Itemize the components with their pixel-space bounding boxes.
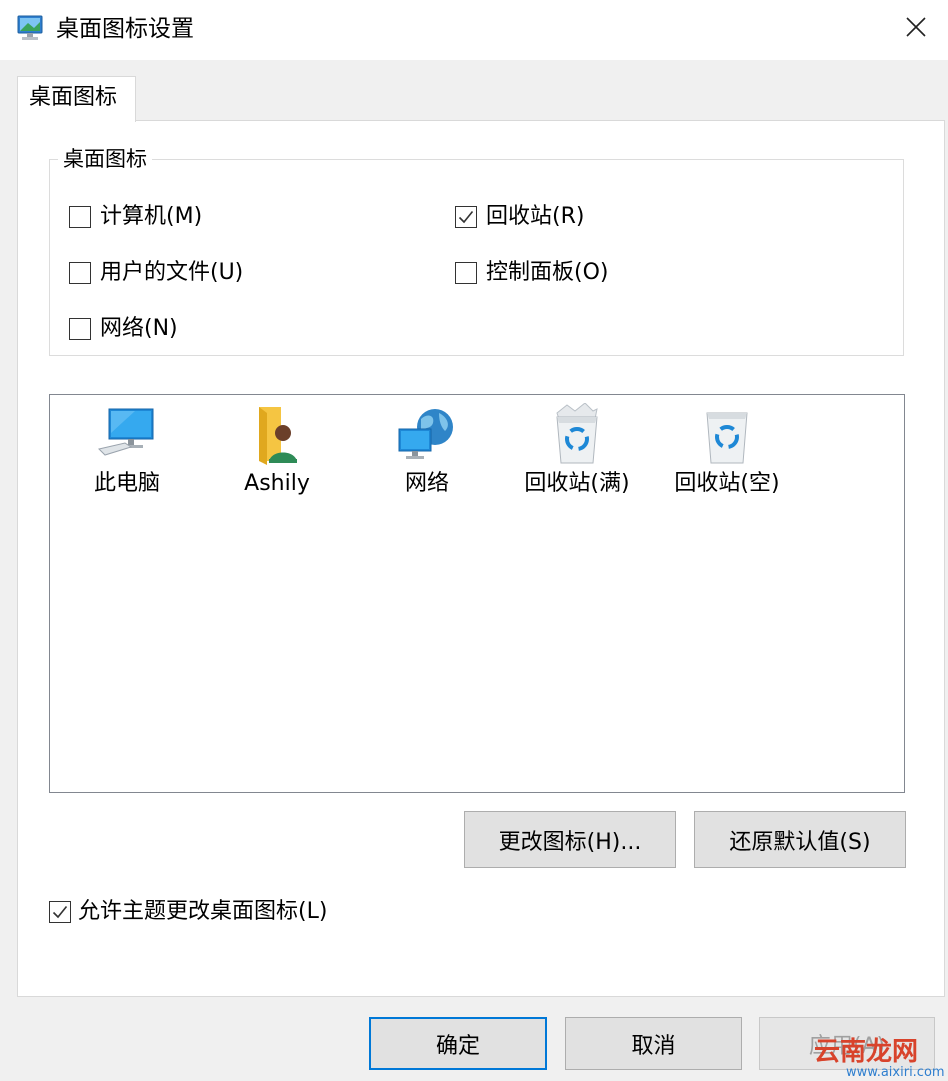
- checkmark-icon: [52, 905, 68, 919]
- icon-label: 回收站(满): [524, 471, 630, 496]
- checkmark-icon: [458, 210, 474, 224]
- watermark-url: www.aixiri.com: [846, 1065, 945, 1080]
- icon-item-this-pc[interactable]: 此电脑: [57, 403, 197, 499]
- change-icon-button[interactable]: 更改图标(H)...: [464, 811, 676, 868]
- icon-item-recycle-bin-full[interactable]: 回收站(满): [507, 402, 647, 499]
- checkbox-label: 回收站(R): [486, 204, 585, 229]
- recycle-bin-empty-icon: [695, 403, 759, 467]
- checkbox-label: 网络(N): [100, 316, 178, 341]
- computer-icon: [95, 403, 159, 467]
- icon-item-recycle-bin-empty[interactable]: 回收站(空): [657, 403, 797, 499]
- network-icon: [395, 403, 459, 467]
- tab-desktop-icons[interactable]: 桌面图标: [17, 76, 136, 122]
- tab-label: 桌面图标: [29, 85, 118, 110]
- restore-default-button[interactable]: 还原默认值(S): [694, 811, 906, 868]
- checkbox-recycle-bin[interactable]: 回收站(R): [455, 202, 584, 232]
- checkbox-network[interactable]: 网络(N): [69, 314, 178, 344]
- icon-list[interactable]: 此电脑 Ashily 网络 回收站(满) 回收站(空): [49, 394, 905, 793]
- close-icon: [905, 16, 927, 42]
- icon-label: 此电脑: [93, 471, 160, 496]
- ok-button[interactable]: 确定: [369, 1017, 547, 1070]
- checkbox-box[interactable]: [69, 318, 91, 340]
- recycle-bin-full-icon: [545, 402, 609, 467]
- window-title: 桌面图标设置: [56, 16, 194, 42]
- checkbox-box[interactable]: [69, 262, 91, 284]
- groupbox-legend: 桌面图标: [58, 144, 152, 174]
- checkbox-box[interactable]: [455, 206, 477, 228]
- checkbox-computer[interactable]: 计算机(M): [69, 202, 202, 232]
- icon-label: 回收站(空): [674, 471, 780, 496]
- desktop-settings-icon: [16, 12, 46, 44]
- checkbox-box[interactable]: [69, 206, 91, 228]
- checkbox-label: 控制面板(O): [486, 260, 609, 285]
- close-button[interactable]: [886, 0, 946, 58]
- checkbox-box[interactable]: [455, 262, 477, 284]
- cancel-button[interactable]: 取消: [565, 1017, 742, 1070]
- checkbox-label: 允许主题更改桌面图标(L): [78, 899, 328, 924]
- icon-item-user-folder[interactable]: Ashily: [207, 403, 347, 499]
- checkbox-user-files[interactable]: 用户的文件(U): [69, 258, 243, 288]
- checkbox-allow-themes[interactable]: 允许主题更改桌面图标(L): [49, 897, 327, 927]
- watermark-text: 云南龙网: [814, 1037, 919, 1067]
- checkbox-label: 用户的文件(U): [100, 260, 244, 285]
- user-folder-icon: [245, 403, 309, 467]
- icon-label: 网络: [404, 471, 449, 496]
- checkbox-label: 计算机(M): [100, 204, 203, 229]
- checkbox-control-panel[interactable]: 控制面板(O): [455, 258, 608, 288]
- icon-item-network[interactable]: 网络: [357, 403, 497, 499]
- checkbox-box[interactable]: [49, 901, 71, 923]
- icon-label: Ashily: [244, 471, 310, 496]
